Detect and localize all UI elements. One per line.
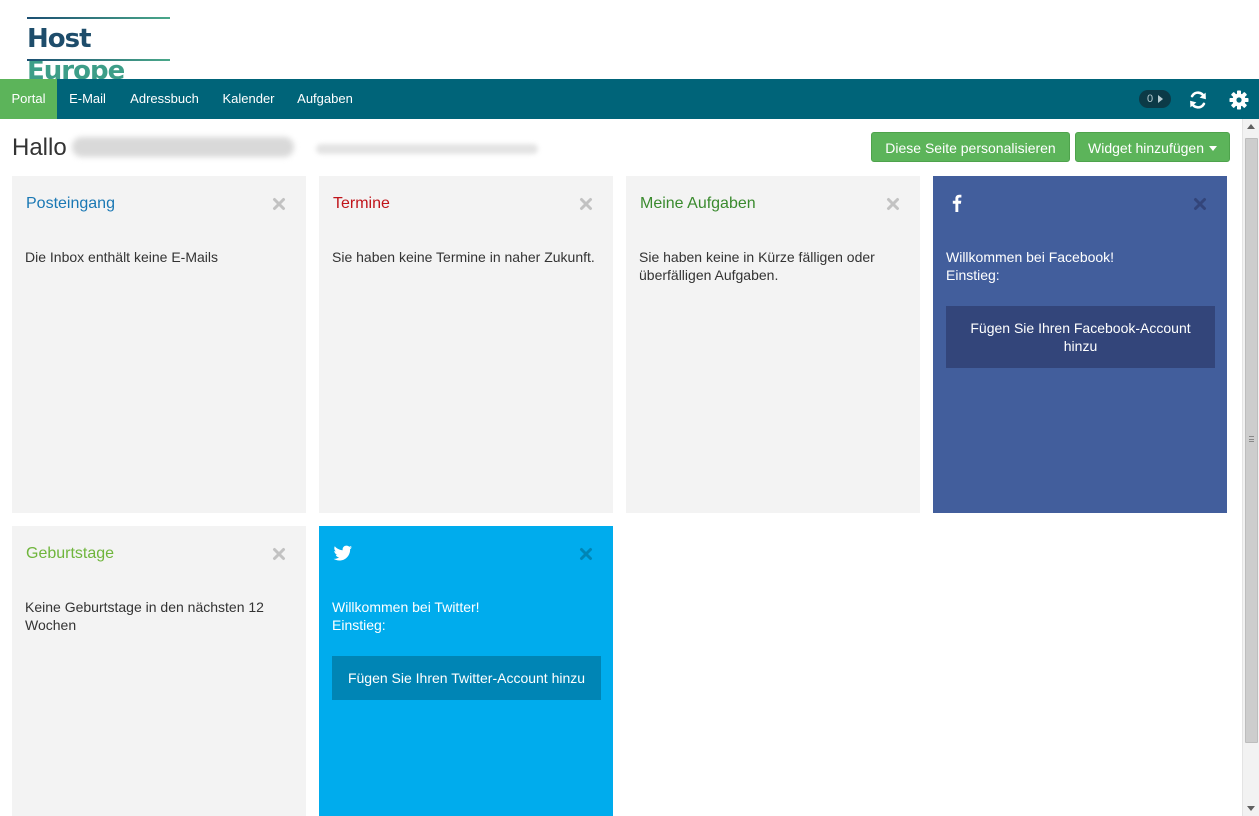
nav-item-email[interactable]: E-Mail bbox=[57, 79, 118, 119]
widget-title-posteingang[interactable]: Posteingang bbox=[26, 194, 115, 214]
widget-facebook: Willkommen bei Facebook! Einstieg: Fügen… bbox=[933, 176, 1227, 513]
widget-termine: Termine Sie haben keine Termine in naher… bbox=[319, 176, 613, 513]
refresh-icon[interactable] bbox=[1188, 90, 1208, 110]
logo-bar-top bbox=[27, 17, 170, 19]
twitter-einstieg-text: Einstieg: bbox=[332, 617, 386, 633]
add-widget-button[interactable]: Widget hinzufügen bbox=[1075, 132, 1230, 162]
vertical-scrollbar[interactable] bbox=[1242, 119, 1259, 816]
gear-icon[interactable] bbox=[1229, 90, 1249, 110]
header: Host Europe bbox=[0, 0, 1259, 86]
nav-item-kalender[interactable]: Kalender bbox=[211, 79, 286, 119]
widget-body-termine: Sie haben keine Termine in naher Zukunft… bbox=[332, 249, 595, 265]
logo-text: Host Europe bbox=[27, 23, 171, 87]
scroll-up-arrow-icon[interactable] bbox=[1247, 124, 1255, 129]
nav-item-aufgaben[interactable]: Aufgaben bbox=[286, 79, 364, 119]
widget-body-posteingang: Die Inbox enthält keine E-Mails bbox=[25, 249, 218, 265]
widget-body-aufgaben: Sie haben keine in Kürze fälligen oder ü… bbox=[639, 249, 875, 283]
close-icon[interactable] bbox=[272, 197, 286, 211]
scroll-down-arrow-icon[interactable] bbox=[1247, 806, 1255, 811]
widget-title-aufgaben[interactable]: Meine Aufgaben bbox=[640, 194, 756, 214]
greeting-text: Hallo bbox=[12, 134, 67, 161]
add-facebook-account-button[interactable]: Fügen Sie Ihren Facebook-Account hinzu bbox=[946, 306, 1215, 368]
widget-title-geburtstage[interactable]: Geburtstage bbox=[26, 544, 114, 564]
notification-count: 0 bbox=[1147, 93, 1154, 105]
facebook-icon bbox=[952, 194, 962, 212]
close-icon[interactable] bbox=[579, 547, 593, 561]
nav-item-adressbuch[interactable]: Adressbuch bbox=[118, 79, 211, 119]
widget-geburtstage: Geburtstage Keine Geburtstage in den näc… bbox=[12, 526, 306, 816]
scroll-thumb[interactable] bbox=[1245, 138, 1258, 743]
caret-down-icon bbox=[1208, 145, 1217, 151]
facebook-welcome-text: Willkommen bei Facebook! bbox=[946, 249, 1115, 265]
facebook-einstieg-text: Einstieg: bbox=[946, 267, 1000, 283]
notification-badge[interactable]: 0 bbox=[1139, 90, 1171, 108]
logo-bar-bottom bbox=[27, 59, 170, 61]
add-twitter-account-button[interactable]: Fügen Sie Ihren Twitter-Account hinzu bbox=[332, 656, 601, 700]
play-icon bbox=[1158, 95, 1163, 103]
host-europe-logo[interactable]: Host Europe bbox=[27, 17, 171, 86]
blurred-username bbox=[72, 137, 294, 157]
close-icon[interactable] bbox=[1193, 197, 1207, 211]
widget-body-facebook: Willkommen bei Facebook! Einstieg: bbox=[946, 248, 1216, 284]
widget-title-termine[interactable]: Termine bbox=[333, 194, 390, 214]
widget-twitter: Willkommen bei Twitter! Einstieg: Fügen … bbox=[319, 526, 613, 816]
scroll-grip-icon bbox=[1249, 436, 1254, 442]
logo-text-host: Host bbox=[27, 24, 92, 54]
twitter-icon bbox=[333, 545, 352, 561]
main-nav: Portal E-Mail Adressbuch Kalender Aufgab… bbox=[0, 79, 1259, 119]
twitter-welcome-text: Willkommen bei Twitter! bbox=[332, 599, 480, 615]
personalize-button[interactable]: Diese Seite personalisieren bbox=[871, 132, 1070, 162]
widget-aufgaben: Meine Aufgaben Sie haben keine in Kürze … bbox=[626, 176, 920, 513]
close-icon[interactable] bbox=[579, 197, 593, 211]
widget-posteingang: Posteingang Die Inbox enthält keine E-Ma… bbox=[12, 176, 306, 513]
add-widget-label: Widget hinzufügen bbox=[1088, 140, 1204, 156]
close-icon[interactable] bbox=[886, 197, 900, 211]
widget-body-geburtstage: Keine Geburtstage in den nächsten 12 Woc… bbox=[25, 599, 264, 633]
widget-body-twitter: Willkommen bei Twitter! Einstieg: bbox=[332, 598, 602, 634]
blurred-login-info bbox=[316, 144, 538, 154]
close-icon[interactable] bbox=[272, 547, 286, 561]
nav-item-portal[interactable]: Portal bbox=[0, 79, 57, 119]
